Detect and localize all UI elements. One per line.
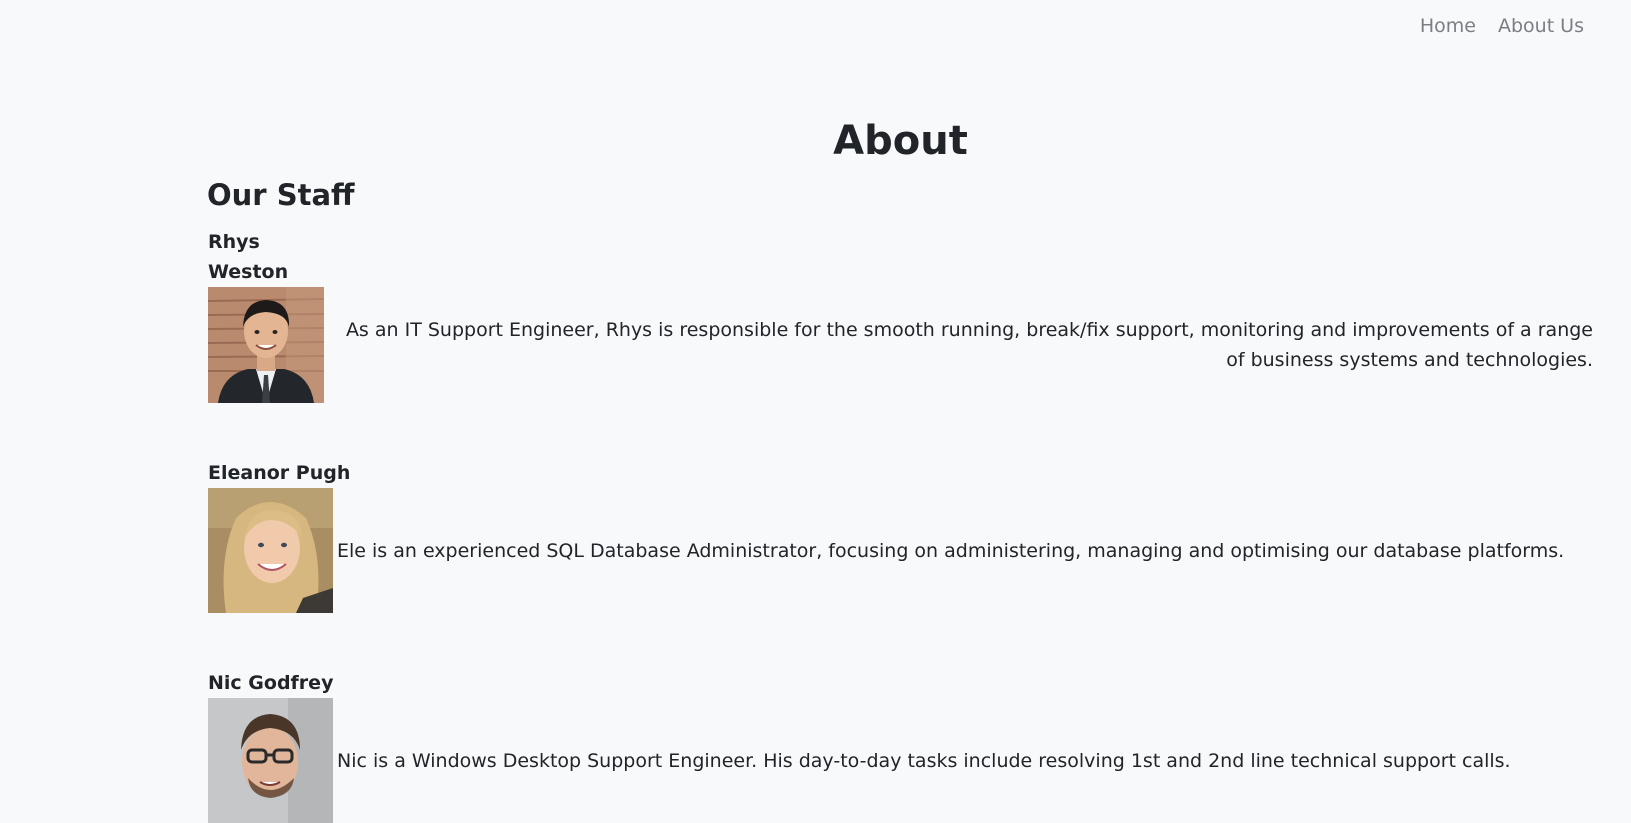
staff-bio: As an IT Support Engineer, Rhys is respo… <box>345 319 1593 371</box>
staff-bio: Ele is an experienced SQL Database Admin… <box>337 539 1565 562</box>
staff-name: Eleanor Pugh <box>208 462 351 484</box>
nav-link-about-us[interactable]: About Us <box>1498 15 1584 37</box>
nav-link-home[interactable]: Home <box>1420 15 1476 37</box>
section-title: Our Staff <box>207 178 355 212</box>
staff-bio: Nic is a Windows Desktop Support Enginee… <box>337 749 1511 772</box>
staff-body: Ele is an experienced SQL Database Admin… <box>208 488 1593 613</box>
staff-member-nic-godfrey: Nic Godfrey Nic is a Windows Desktop Sup… <box>208 668 1593 823</box>
staff-member-eleanor-pugh: Eleanor Pugh Ele is an experienced SQL D… <box>208 458 1593 613</box>
staff-name: Rhys Weston <box>208 231 289 283</box>
nav-links: Home About Us <box>1420 15 1584 37</box>
top-navbar: Home About Us <box>0 0 1631 56</box>
staff-name: Nic Godfrey <box>208 672 334 694</box>
staff-photo <box>208 287 324 403</box>
staff-photo <box>208 698 333 823</box>
staff-body: Nic is a Windows Desktop Support Enginee… <box>208 698 1593 823</box>
staff-body: As an IT Support Engineer, Rhys is respo… <box>208 287 1593 403</box>
staff-photo <box>208 488 333 613</box>
staff-member-rhys-weston: Rhys Weston As an IT Support Engineer, R… <box>208 227 1593 403</box>
page-title: About <box>833 118 968 164</box>
